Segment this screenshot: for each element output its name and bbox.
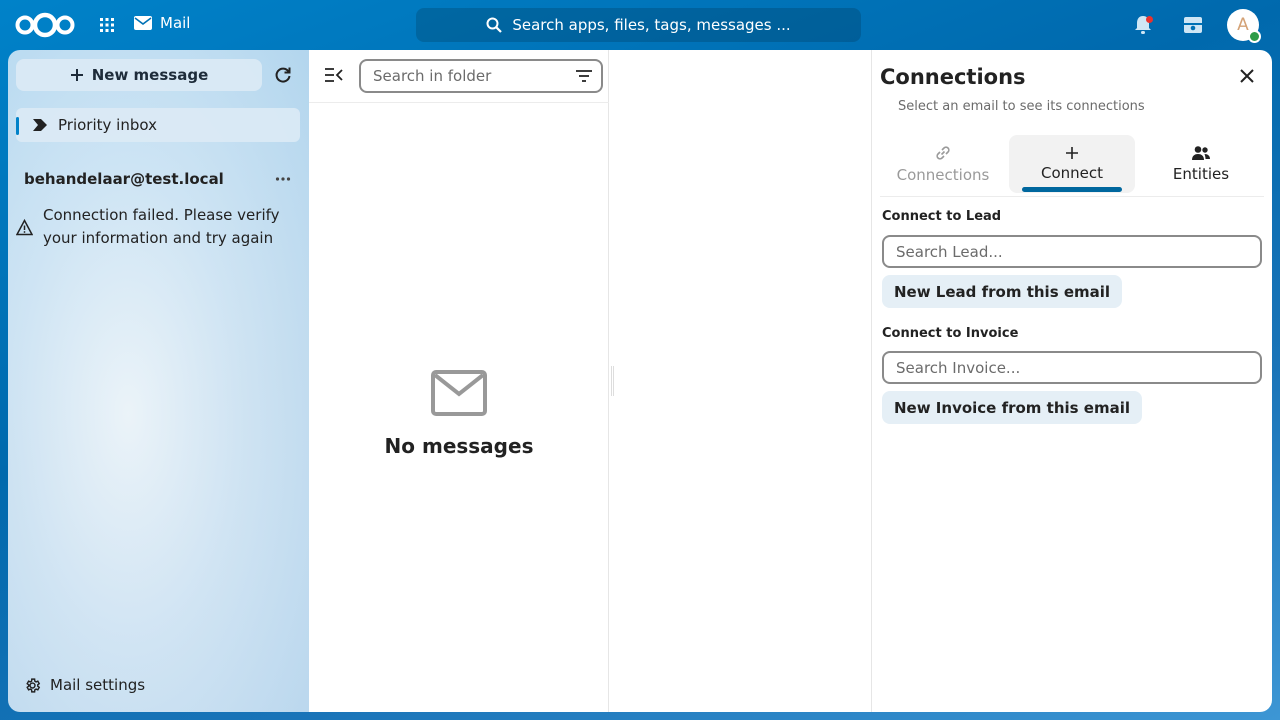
tab-label: Entities bbox=[1172, 165, 1230, 183]
users-icon bbox=[1192, 146, 1210, 160]
search-placeholder: Search apps, files, tags, messages ... bbox=[512, 16, 791, 34]
message-list: Search in folder No messages bbox=[309, 50, 609, 712]
priority-tag-icon bbox=[33, 119, 47, 131]
folder-search-placeholder: Search in folder bbox=[373, 67, 492, 85]
tab-connections[interactable]: Connections bbox=[880, 135, 1006, 193]
account-email[interactable]: behandelaar@test.local bbox=[24, 170, 224, 188]
connection-error: Connection failed. Please verify your in… bbox=[16, 204, 300, 250]
empty-state: No messages bbox=[309, 370, 609, 458]
message-content-area bbox=[609, 50, 871, 712]
top-header: Mail Search apps, files, tags, messages … bbox=[0, 0, 1280, 50]
mail-settings-label: Mail settings bbox=[50, 676, 146, 694]
new-message-button[interactable]: New message bbox=[16, 59, 262, 91]
connections-panel: Connections Select an email to see its c… bbox=[871, 50, 1272, 712]
close-icon[interactable] bbox=[1239, 68, 1255, 84]
invoice-section-label: Connect to Invoice bbox=[882, 326, 1019, 341]
app-link-mail[interactable]: Mail bbox=[134, 14, 190, 32]
resize-handle[interactable] bbox=[611, 366, 614, 396]
tab-label: Connections bbox=[896, 166, 990, 184]
filter-icon[interactable] bbox=[575, 69, 593, 83]
sidebar-item-priority-inbox[interactable]: Priority inbox bbox=[16, 108, 300, 142]
new-lead-button[interactable]: New Lead from this email bbox=[882, 275, 1123, 308]
empty-state-title: No messages bbox=[384, 434, 534, 458]
online-status-badge bbox=[1248, 30, 1261, 43]
envelope-icon bbox=[431, 370, 487, 416]
panel-tabs: Connections Connect Entities bbox=[880, 135, 1264, 197]
new-invoice-button[interactable]: New Invoice from this email bbox=[882, 391, 1143, 424]
avatar-initial: A bbox=[1237, 15, 1249, 35]
tab-connect[interactable]: Connect bbox=[1009, 135, 1135, 193]
list-divider bbox=[309, 102, 609, 103]
panel-subtitle: Select an email to see its connections bbox=[898, 99, 1145, 114]
sidebar-item-label: Priority inbox bbox=[58, 116, 157, 134]
search-icon bbox=[486, 17, 503, 33]
lead-section-label: Connect to Lead bbox=[882, 209, 1002, 224]
new-message-label: New message bbox=[91, 66, 209, 84]
search-lead-input[interactable]: Search Lead... bbox=[882, 235, 1262, 268]
apps-grid-icon[interactable] bbox=[97, 15, 117, 35]
search-lead-placeholder: Search Lead... bbox=[896, 242, 1003, 261]
folder-search-input[interactable]: Search in folder bbox=[359, 59, 603, 93]
new-invoice-label: New Invoice from this email bbox=[894, 398, 1131, 417]
gear-icon bbox=[26, 677, 41, 693]
active-tab-indicator bbox=[1022, 187, 1122, 192]
app-name-label: Mail bbox=[160, 14, 191, 32]
plus-icon bbox=[70, 69, 83, 81]
user-avatar[interactable]: A bbox=[1227, 9, 1261, 43]
search-invoice-input[interactable]: Search Invoice... bbox=[882, 351, 1262, 384]
toggle-sidebar-icon[interactable] bbox=[324, 66, 344, 84]
connection-error-text: Connection failed. Please verify your in… bbox=[43, 206, 280, 247]
refresh-icon[interactable] bbox=[273, 65, 293, 85]
notification-dot bbox=[1146, 16, 1153, 23]
panel-title: Connections bbox=[880, 65, 1026, 89]
nextcloud-logo[interactable] bbox=[14, 12, 76, 38]
mail-settings-button[interactable]: Mail settings bbox=[24, 676, 145, 694]
warning-icon bbox=[16, 218, 33, 235]
contacts-menu-icon[interactable] bbox=[1182, 14, 1204, 36]
navigation-sidebar: New message Priority inbox behandelaar@t… bbox=[8, 50, 309, 712]
new-lead-label: New Lead from this email bbox=[894, 282, 1111, 301]
more-options-icon[interactable] bbox=[274, 170, 292, 188]
link-icon bbox=[936, 146, 950, 160]
active-indicator bbox=[16, 117, 19, 135]
tab-entities[interactable]: Entities bbox=[1138, 135, 1264, 193]
tab-label: Connect bbox=[1040, 164, 1104, 182]
unified-search[interactable]: Search apps, files, tags, messages ... bbox=[416, 8, 861, 42]
plus-icon bbox=[1066, 147, 1078, 159]
search-invoice-placeholder: Search Invoice... bbox=[896, 358, 1021, 377]
mail-icon bbox=[134, 16, 152, 30]
